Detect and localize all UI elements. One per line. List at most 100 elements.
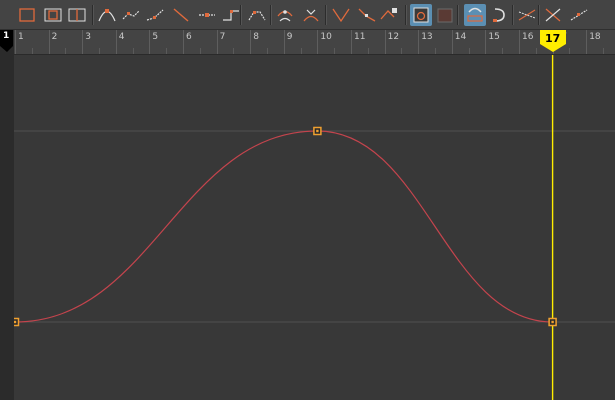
ruler-frame-label: 1 xyxy=(18,32,24,42)
ruler-major-tick xyxy=(283,30,285,54)
current-frame-label: 17 xyxy=(544,32,561,45)
ruler-frame-label: 3 xyxy=(85,32,91,42)
ruler-major-tick xyxy=(586,30,588,54)
ruler-minor-tick xyxy=(502,48,504,54)
ruler-major-tick xyxy=(216,30,218,54)
ruler-frame-label: 6 xyxy=(186,32,192,42)
frame-playback-range-button[interactable] xyxy=(66,4,88,26)
ruler-major-tick xyxy=(317,30,319,54)
ruler-frame-label: 16 xyxy=(522,32,534,42)
buffer-curve-button[interactable] xyxy=(410,4,432,26)
ruler-frame-label: 12 xyxy=(387,32,400,42)
ruler-minor-tick xyxy=(468,48,470,54)
lock-button[interactable] xyxy=(378,4,400,26)
animation-curve[interactable] xyxy=(14,130,553,323)
ruler-major-tick xyxy=(351,30,352,54)
curve-graph[interactable] xyxy=(14,55,615,400)
toolbar-separator xyxy=(405,5,407,25)
unify-tangents-icon xyxy=(277,10,293,22)
ruler-minor-tick xyxy=(166,48,168,54)
tangent-step-icon xyxy=(199,13,215,17)
free-tangent-weight-button[interactable] xyxy=(300,4,322,26)
start-frame-marker: 1 xyxy=(0,30,14,52)
keyframe[interactable] xyxy=(14,317,20,327)
ruler-frame-label: 4 xyxy=(118,32,125,42)
ruler-minor-tick xyxy=(569,48,571,54)
ruler-minor-tick xyxy=(300,48,302,54)
ruler-minor-tick xyxy=(435,48,436,54)
frame-all-button[interactable] xyxy=(16,4,38,26)
tangent-linear-icon xyxy=(146,9,164,21)
ruler-major-tick xyxy=(149,30,151,54)
frame-playback-range-icon xyxy=(68,8,86,22)
tangent-plateau-icon xyxy=(223,10,239,21)
cycle-offset-icon xyxy=(570,9,588,21)
ruler-minor-tick xyxy=(132,48,134,54)
cycle-offset-button[interactable] xyxy=(568,4,590,26)
snap-time-icon xyxy=(467,7,483,22)
ruler-minor-tick xyxy=(65,48,67,54)
frame-selection-button[interactable] xyxy=(42,4,64,26)
unify-tangents-button[interactable] xyxy=(274,4,296,26)
frame-selection-icon xyxy=(44,8,62,22)
tangent-flat-icon xyxy=(173,8,189,22)
magnet-icon xyxy=(493,8,505,22)
buffer-swap-button[interactable] xyxy=(434,4,456,26)
normalize-button[interactable] xyxy=(356,4,378,26)
ruler-minor-tick xyxy=(401,48,403,54)
buffer-curve-icon xyxy=(413,7,429,23)
break-tangents-button[interactable] xyxy=(246,4,268,26)
ruler-major-tick xyxy=(48,30,50,54)
ruler-minor-tick xyxy=(334,48,336,54)
ruler-frame-label: 18 xyxy=(589,32,601,42)
tangent-linear-button[interactable] xyxy=(144,4,166,26)
ruler-major-tick xyxy=(519,30,520,54)
ruler-frame-label: 8 xyxy=(253,32,259,42)
ruler-frame-label: 9 xyxy=(286,32,293,42)
keyframe[interactable] xyxy=(313,126,322,136)
graph-editor-toolbar xyxy=(0,0,615,30)
tangent-flat-button[interactable] xyxy=(170,4,192,26)
ruler-frame-label: 15 xyxy=(488,32,500,42)
start-frame-label: 1 xyxy=(3,31,10,41)
pre-infinity-icon xyxy=(518,9,536,21)
toolbar-separator xyxy=(325,5,327,25)
ruler-major-tick xyxy=(82,30,84,54)
tangent-spline-icon xyxy=(98,9,116,22)
ruler-frame-label: 7 xyxy=(219,32,226,42)
ruler-major-tick xyxy=(183,30,184,54)
snap-time-button[interactable] xyxy=(464,4,486,26)
break-tangents-icon xyxy=(248,11,266,21)
toolbar-separator xyxy=(538,5,540,25)
post-infinity-icon xyxy=(545,8,561,22)
toolbar-separator xyxy=(512,5,514,25)
ruler-major-tick xyxy=(384,30,386,54)
keyframe[interactable] xyxy=(548,317,557,327)
tangent-plateau-button[interactable] xyxy=(220,4,242,26)
tangent-spline-button[interactable] xyxy=(96,4,118,26)
buffer-swap-icon xyxy=(437,8,453,23)
pre-infinity-button[interactable] xyxy=(516,4,538,26)
ruler-frame-label: 13 xyxy=(421,32,433,42)
ruler-major-tick xyxy=(451,30,453,54)
playhead-marker[interactable]: 17 xyxy=(538,30,568,52)
ruler-major-tick xyxy=(485,30,487,54)
normalize-icon xyxy=(358,8,376,22)
ruler-minor-tick xyxy=(267,48,268,54)
ruler-frame-label: 5 xyxy=(152,32,159,42)
tangent-clamped-icon xyxy=(122,10,140,20)
post-infinity-button[interactable] xyxy=(542,4,564,26)
magnet-button[interactable] xyxy=(488,4,510,26)
tangent-clamped-button[interactable] xyxy=(120,4,142,26)
ruler-minor-tick xyxy=(603,48,604,54)
frame-all-icon xyxy=(19,8,35,22)
time-ruler[interactable]: 123456789101112131415161718 xyxy=(0,30,615,55)
left-strip xyxy=(0,30,14,400)
toolbar-separator xyxy=(270,5,272,25)
ruler-minor-tick xyxy=(199,48,201,54)
toolbar-separator xyxy=(92,5,94,25)
lock-tangent-weight-icon xyxy=(332,8,350,23)
ruler-minor-tick xyxy=(233,48,235,54)
lock-tangent-weight-button[interactable] xyxy=(330,4,352,26)
tangent-step-button[interactable] xyxy=(196,4,218,26)
